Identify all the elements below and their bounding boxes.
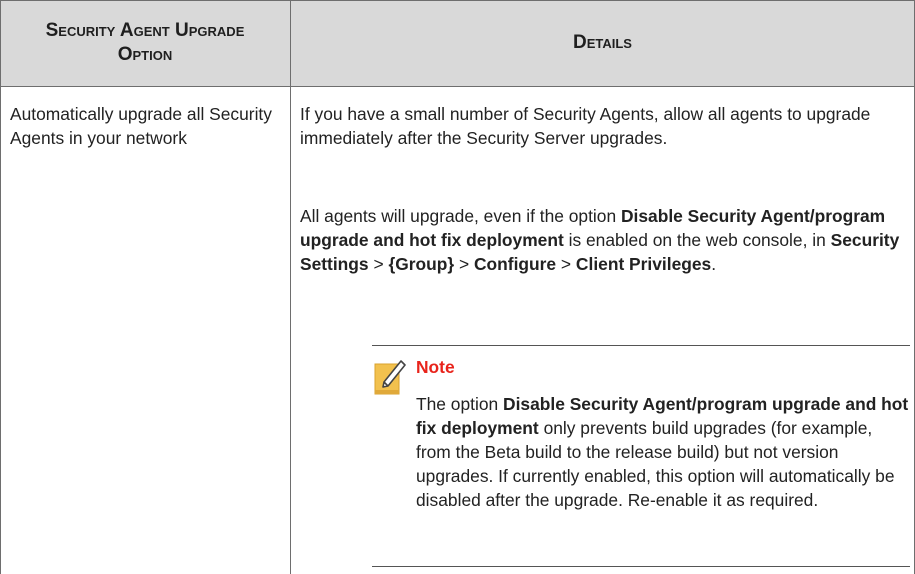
- option-cell: Automatically upgrade all Security Agent…: [10, 102, 278, 150]
- note-top-rule: [372, 345, 910, 346]
- table-top-border: [0, 0, 915, 1]
- header-bottom-border: [0, 86, 915, 87]
- column-header-option: Security Agent Upgrade Option: [45, 20, 245, 65]
- note-pencil-icon: [374, 360, 406, 395]
- upgrade-options-table: Security Agent Upgrade Option Details Au…: [0, 0, 915, 574]
- option-text: Automatically upgrade all Security Agent…: [10, 104, 272, 148]
- menu-configure: Configure: [473, 254, 557, 274]
- menu-client-privileges: Client Privileges: [575, 254, 712, 274]
- note-body: The option Disable Security Agent/progra…: [416, 394, 909, 510]
- menu-group: {Group}: [388, 254, 455, 274]
- details-paragraph-1: If you have a small number of Security A…: [300, 104, 871, 148]
- note-bottom-rule: [372, 566, 910, 567]
- column-header-details: Details: [573, 32, 632, 53]
- note-title: Note: [416, 357, 455, 377]
- details-paragraph-2: All agents will upgrade, even if the opt…: [300, 206, 900, 274]
- column-divider: [290, 0, 291, 574]
- table-left-border: [0, 0, 1, 574]
